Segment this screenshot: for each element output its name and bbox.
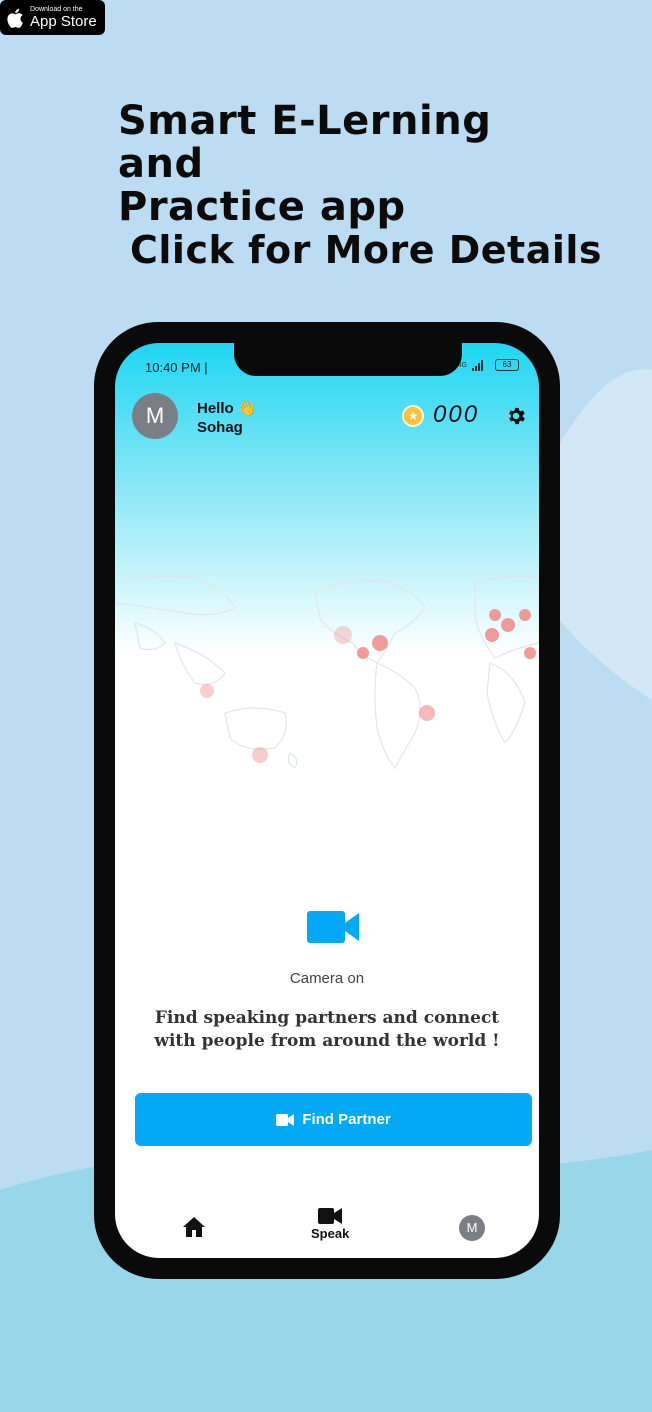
phone-frame: 10:40 PM | 4G 63 M Hello 👋 Sohag ★ 000 C… [94, 322, 560, 1279]
user-avatar[interactable]: M [132, 393, 178, 439]
bottom-nav: Speak M [115, 1203, 539, 1258]
headline-line-1: Smart E-Lerning and [118, 98, 492, 187]
username: Sohag [197, 419, 243, 436]
phone-screen: 10:40 PM | 4G 63 M Hello 👋 Sohag ★ 000 C… [115, 343, 539, 1258]
coin-balance: 000 [433, 401, 480, 428]
badge-small-text: Download on the [30, 6, 83, 13]
camera-status: Camera on [289, 970, 365, 987]
video-camera-icon-small [276, 1113, 295, 1126]
apple-logo-icon [7, 8, 23, 28]
nav-speak[interactable]: Speak [311, 1208, 349, 1241]
more-details-link[interactable]: Click for More Details [130, 228, 602, 272]
home-icon [183, 1217, 205, 1237]
waving-hand-icon: 👋 [237, 400, 257, 417]
app-store-badge[interactable]: Download on the App Store [0, 0, 105, 35]
status-time: 10:40 PM | [145, 360, 208, 375]
coin-star-icon: ★ [402, 405, 424, 427]
world-map [115, 575, 539, 770]
phone-notch [234, 343, 462, 376]
battery-icon: 63 [495, 359, 519, 371]
headline: Smart E-Lerning and Practice app [118, 100, 578, 229]
greeting: Hello 👋 Sohag [197, 399, 257, 437]
greeting-text: Hello [197, 400, 234, 417]
gear-icon[interactable] [505, 405, 527, 427]
find-partner-button[interactable]: Find Partner [135, 1093, 532, 1146]
video-camera-icon [307, 911, 359, 943]
video-camera-nav-icon [318, 1208, 343, 1224]
description: Find speaking partners and connect with … [154, 1008, 500, 1051]
badge-store-name: App Store [30, 13, 97, 30]
nav-avatar: M [459, 1215, 485, 1241]
nav-profile[interactable]: M [459, 1215, 485, 1241]
nav-speak-label: Speak [311, 1226, 350, 1241]
signal-icon-2 [472, 359, 490, 371]
nav-home[interactable] [182, 1216, 206, 1238]
find-partner-label: Find Partner [302, 1111, 391, 1128]
headline-line-2: Practice app [118, 184, 406, 230]
